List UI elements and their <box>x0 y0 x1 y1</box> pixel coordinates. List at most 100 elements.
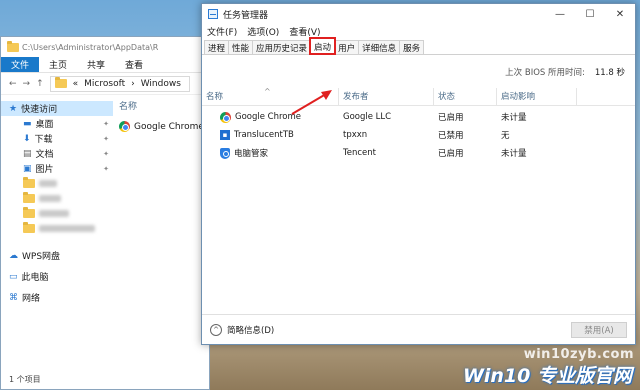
nav-documents[interactable]: ▤ 文档 ✦ <box>1 146 113 161</box>
breadcrumb-windows[interactable]: Windows <box>141 79 181 89</box>
picture-icon: ▣ <box>23 163 32 174</box>
blurred-label <box>39 225 95 232</box>
explorer-title-bar: C:\Users\Administrator\AppData\R <box>1 37 209 57</box>
close-button[interactable]: ✕ <box>605 4 635 24</box>
chevron-up-icon: ^ <box>210 323 222 336</box>
tab-users[interactable]: 用户 <box>334 40 360 54</box>
blurred-label <box>39 195 61 202</box>
column-header-name[interactable]: 名称 <box>119 99 209 113</box>
table-row[interactable]: ▪ TranslucentTB tpxxn 已禁用 无 <box>202 126 635 144</box>
app-name: 电脑管家 <box>234 149 269 159</box>
table-row[interactable]: Google Chrome Google LLC 已启用 未计量 <box>202 108 635 126</box>
item-count-status: 1 个项目 <box>9 375 41 384</box>
tab-strip: 进程 性能 应用历史记录 启动 用户 详细信息 服务 <box>202 37 635 55</box>
file-explorer-window: C:\Users\Administrator\AppData\R 文件 主页 共… <box>0 36 210 390</box>
menu-file[interactable]: 文件(F) <box>207 25 237 38</box>
nav-folder-blurred[interactable] <box>1 191 113 206</box>
file-item[interactable]: Google Chrome <box>119 121 209 132</box>
ribbon-tab-view[interactable]: 查看 <box>115 57 153 72</box>
nav-folder-blurred[interactable] <box>1 221 113 236</box>
startup-table-body: Google Chrome Google LLC 已启用 未计量 ▪ Trans… <box>202 108 635 162</box>
nav-folder-blurred[interactable] <box>1 206 113 221</box>
nav-label: 桌面 <box>35 120 54 130</box>
window-title: 任务管理器 <box>223 10 269 21</box>
up-arrow-icon[interactable]: ↑ <box>36 79 44 89</box>
nav-pictures[interactable]: ▣ 图片 ✦ <box>1 161 113 176</box>
folder-icon <box>23 177 35 188</box>
sort-ascending-icon: ^ <box>264 87 271 96</box>
pin-icon: ✦ <box>103 164 109 173</box>
column-header-publisher[interactable]: 发布者 <box>339 88 434 105</box>
fewer-details-toggle[interactable]: ^ 简略信息(D) <box>210 323 275 336</box>
translucenttb-icon: ▪ <box>220 130 230 140</box>
tab-app-history[interactable]: 应用历史记录 <box>252 40 312 54</box>
breadcrumb-separator: › <box>131 78 135 89</box>
status: 已禁用 <box>438 131 464 141</box>
fewer-details-label: 简略信息(D) <box>227 325 275 336</box>
folder-icon <box>7 40 19 52</box>
document-icon: ▤ <box>23 148 32 159</box>
download-icon: ⬇ <box>23 133 31 144</box>
pin-icon: ✦ <box>103 134 109 143</box>
nav-quick-access[interactable]: ★ 快速访问 <box>1 101 113 116</box>
blurred-label <box>39 180 57 187</box>
computer-icon: ▭ <box>9 271 18 282</box>
nav-wps-cloud[interactable]: ☁ WPS网盘 <box>1 248 113 263</box>
startup-impact: 未计量 <box>501 113 527 123</box>
table-row[interactable]: 电脑管家 Tencent 已启用 未计量 <box>202 144 635 162</box>
back-arrow-icon[interactable]: ← <box>9 79 17 89</box>
star-icon: ★ <box>9 103 18 114</box>
file-list: 名称 Google Chrome <box>113 95 209 375</box>
nav-network[interactable]: ⌘ 网络 <box>1 290 113 305</box>
menu-bar: 文件(F) 选项(O) 查看(V) <box>202 24 635 39</box>
pin-icon: ✦ <box>103 149 109 158</box>
forward-arrow-icon[interactable]: → <box>23 79 31 89</box>
nav-label: WPS网盘 <box>22 252 61 262</box>
nav-label: 快速访问 <box>21 105 58 115</box>
cloud-icon: ☁ <box>9 250 18 261</box>
nav-downloads[interactable]: ⬇ 下载 ✦ <box>1 131 113 146</box>
folder-icon <box>54 77 67 88</box>
ribbon-tab-file[interactable]: 文件 <box>1 57 40 72</box>
breadcrumb-microsoft[interactable]: Microsoft <box>84 79 125 89</box>
nav-folder-blurred[interactable] <box>1 176 113 191</box>
folder-icon <box>23 222 35 233</box>
publisher: tpxxn <box>343 130 368 140</box>
column-header-status[interactable]: 状态 <box>434 88 497 105</box>
startup-impact: 无 <box>501 131 510 141</box>
tab-processes[interactable]: 进程 <box>204 40 230 54</box>
nav-this-pc[interactable]: ▭ 此电脑 <box>1 269 113 284</box>
publisher: Google LLC <box>343 112 392 122</box>
bios-time-value: 11.8 秒 <box>594 68 625 78</box>
minimize-button[interactable]: — <box>545 4 575 24</box>
address-bar[interactable]: « Microsoft › Windows <box>49 75 190 92</box>
maximize-button[interactable]: ☐ <box>575 4 605 24</box>
menu-view[interactable]: 查看(V) <box>289 25 320 38</box>
startup-impact: 未计量 <box>501 149 527 159</box>
nav-desktop[interactable]: ▬ 桌面 ✦ <box>1 116 113 131</box>
ribbon-tab-share[interactable]: 共享 <box>77 57 115 72</box>
ribbon-tabs: 文件 主页 共享 查看 <box>1 57 209 73</box>
nav-label: 文档 <box>35 150 54 160</box>
file-name: Google Chrome <box>134 121 204 132</box>
tab-services[interactable]: 服务 <box>399 40 425 54</box>
publisher: Tencent <box>343 148 376 158</box>
tab-details[interactable]: 详细信息 <box>358 40 401 54</box>
folder-icon <box>23 192 35 203</box>
pin-icon: ✦ <box>103 119 109 128</box>
disable-button[interactable]: 禁用(A) <box>571 321 627 338</box>
column-header-startup-impact[interactable]: 启动影响 <box>497 88 577 105</box>
chrome-icon <box>220 111 231 123</box>
address-bar-row: ← → ↑ « Microsoft › Windows <box>1 73 209 95</box>
blurred-label <box>39 210 69 217</box>
menu-options[interactable]: 选项(O) <box>247 25 279 38</box>
task-manager-window: 任务管理器 — ☐ ✕ 文件(F) 选项(O) 查看(V) 进程 性能 应用历史… <box>201 3 636 345</box>
breadcrumb-overflow[interactable]: « <box>73 79 79 89</box>
ribbon-tab-home[interactable]: 主页 <box>39 57 77 72</box>
tab-performance[interactable]: 性能 <box>228 40 254 54</box>
pc-manager-icon <box>220 147 230 159</box>
tab-startup[interactable]: 启动 <box>309 37 337 55</box>
startup-table-header: ^ 名称 发布者 状态 启动影响 <box>202 87 635 106</box>
task-manager-icon <box>208 9 218 19</box>
task-manager-title-bar: 任务管理器 — ☐ ✕ <box>202 4 635 24</box>
